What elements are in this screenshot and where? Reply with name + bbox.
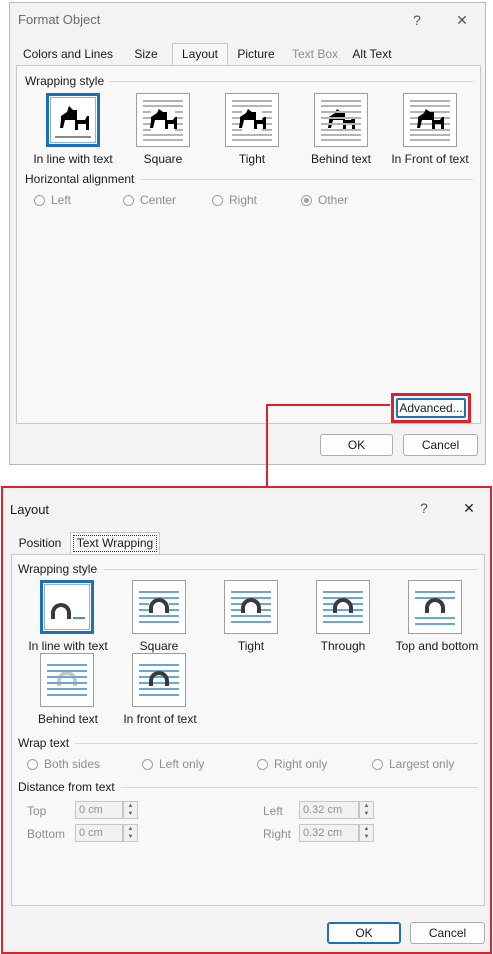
wrap-in-front-option[interactable] (132, 653, 186, 707)
wrapping-style-group: Wrapping style (18, 562, 478, 576)
wrap-in-front-label: In front of text (123, 712, 197, 726)
left-only-radio: Left only (142, 757, 204, 771)
layout-dialog: Layout ? ✕ Position Text Wrapping Wrappi… (1, 486, 492, 954)
wrap-behind-option[interactable] (40, 653, 94, 707)
horizontal-alignment-label: Horizontal alignment (25, 172, 135, 186)
wrap-square-label: Square (139, 639, 179, 653)
advanced-button[interactable]: Advanced... (396, 398, 466, 418)
layout-panel: Wrapping style In line with text Square … (16, 65, 481, 424)
wrap-inline-label: In line with text (28, 639, 108, 653)
wrap-inline-option[interactable] (46, 93, 100, 147)
wrap-text-group: Wrap text (18, 736, 478, 750)
wrap-text-label: Wrap text (18, 736, 70, 750)
top-spinner-arrows: ▲ ▼ (123, 801, 138, 819)
top-label: Top (27, 804, 47, 818)
right-label: Right (263, 827, 292, 841)
tab-picture[interactable]: Picture (230, 44, 282, 64)
wrap-top-and-bottom-option[interactable] (408, 580, 462, 634)
cancel-button[interactable]: Cancel (403, 434, 478, 456)
wrap-square-label: Square (143, 152, 183, 166)
wrap-behind-label: Behind text (37, 712, 99, 726)
tab-strip: Position Text Wrapping (11, 532, 481, 555)
wrap-tight-label: Tight (237, 639, 265, 653)
text-wrapping-panel: Wrapping style In line with text Square … (11, 554, 485, 906)
wrap-square-option[interactable] (132, 580, 186, 634)
wrap-behind-option[interactable] (314, 93, 368, 147)
align-other-radio: Other (301, 193, 348, 207)
connector-horizontal (266, 404, 390, 406)
bottom-distance-field: 0 cm ▲ ▼ (75, 824, 138, 842)
wrap-inline-option[interactable] (40, 580, 94, 634)
ok-button[interactable]: OK (327, 922, 401, 944)
close-icon[interactable]: ✕ (458, 497, 480, 519)
arch-square-icon (139, 591, 179, 623)
left-spinner-arrows: ▲ ▼ (359, 801, 374, 819)
align-center-radio: Center (123, 193, 176, 207)
wrap-in-front-option[interactable] (403, 93, 457, 147)
help-icon[interactable]: ? (406, 9, 428, 31)
tab-position[interactable]: Position (13, 533, 67, 553)
wrap-inline-label: In line with text (33, 152, 113, 166)
tab-size[interactable]: Size (124, 44, 168, 64)
largest-only-radio: Largest only (372, 757, 454, 771)
right-distance-field: 0.32 cm ▲ ▼ (299, 824, 374, 842)
dog-in-front-icon (410, 100, 450, 141)
arch-top-bottom-icon (415, 591, 455, 625)
align-right-radio: Right (212, 193, 257, 207)
horizontal-alignment-group: Horizontal alignment (25, 172, 473, 186)
distance-from-text-group: Distance from text (18, 780, 478, 794)
wrapping-style-group: Wrapping style (25, 74, 473, 88)
tab-text-box: Text Box (291, 47, 339, 61)
arch-tight-icon (231, 591, 271, 623)
dialog-title: Layout (10, 502, 50, 517)
close-icon[interactable]: ✕ (451, 9, 473, 31)
right-spinner-arrows: ▲ ▼ (359, 824, 374, 842)
arch-in-front-icon (139, 664, 179, 696)
connector-vertical (266, 404, 268, 486)
wrap-behind-label: Behind text (310, 152, 372, 166)
bottom-spinner-arrows: ▲ ▼ (123, 824, 138, 842)
bottom-label: Bottom (27, 827, 66, 841)
wrap-square-option[interactable] (136, 93, 190, 147)
dog-tight-icon (232, 100, 272, 141)
arch-inline-icon (51, 603, 85, 619)
dog-behind-icon (321, 100, 361, 141)
wrap-through-label: Through (320, 639, 366, 653)
tab-layout[interactable]: Layout (172, 43, 228, 66)
tab-colors-and-lines[interactable]: Colors and Lines (20, 44, 116, 64)
format-object-dialog: Format Object ? ✕ Colors and Lines Size … (9, 2, 486, 465)
help-icon[interactable]: ? (413, 497, 435, 519)
ok-button[interactable]: OK (320, 434, 393, 456)
dog-square-icon (143, 100, 183, 141)
left-label: Left (263, 804, 284, 818)
dog-inline-icon (55, 106, 91, 138)
tab-alt-text[interactable]: Alt Text (346, 44, 398, 64)
wrap-tight-label: Tight (238, 152, 266, 166)
right-only-radio: Right only (257, 757, 327, 771)
cancel-button[interactable]: Cancel (410, 922, 485, 944)
wrap-top-and-bottom-label: Top and bottom (395, 639, 479, 653)
arch-behind-icon (47, 664, 87, 696)
tab-text-wrapping[interactable]: Text Wrapping (70, 532, 160, 555)
distance-from-text-label: Distance from text (18, 780, 115, 794)
wrap-through-option[interactable] (316, 580, 370, 634)
wrap-tight-option[interactable] (225, 93, 279, 147)
left-distance-field: 0.32 cm ▲ ▼ (299, 801, 374, 819)
wrapping-style-label: Wrapping style (25, 74, 105, 88)
tab-strip: Colors and Lines Size Layout Picture Tex… (16, 43, 482, 66)
arch-through-icon (323, 591, 363, 623)
align-left-radio: Left (34, 193, 71, 207)
wrap-tight-option[interactable] (224, 580, 278, 634)
both-sides-radio: Both sides (27, 757, 100, 771)
top-distance-field: 0 cm ▲ ▼ (75, 801, 138, 819)
wrap-in-front-label: In Front of text (391, 152, 469, 166)
dialog-title: Format Object (18, 12, 101, 27)
wrapping-style-label: Wrapping style (18, 562, 98, 576)
